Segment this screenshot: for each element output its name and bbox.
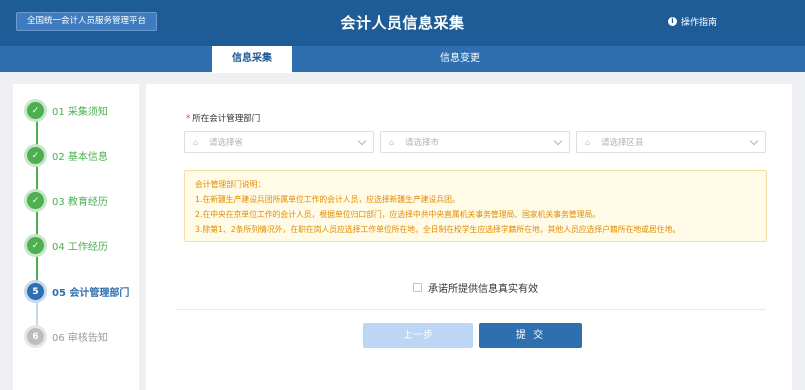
step-number: 5 — [27, 283, 44, 300]
district-select[interactable]: ⌂ 请选择区县 — [576, 131, 766, 153]
step-02[interactable]: ✓ 02 基本信息 — [27, 147, 108, 164]
check-icon: ✓ — [27, 237, 44, 254]
info-icon: i — [668, 17, 677, 26]
notice-box: 会计管理部门说明： 1.在新疆生产建设兵团所属单位工作的会计人员，应选择新疆生产… — [184, 170, 767, 242]
field-label-text: 所在会计管理部门 — [192, 114, 261, 124]
select-placeholder: 请选择市 — [405, 138, 440, 148]
select-placeholder: 请选择区县 — [601, 138, 644, 148]
step-label: 06 审核告知 — [52, 333, 108, 344]
prev-button[interactable]: 上一步 — [363, 323, 473, 348]
check-icon: ✓ — [27, 192, 44, 209]
step-label: 02 基本信息 — [52, 152, 108, 163]
step-04[interactable]: ✓ 04 工作经历 — [27, 237, 108, 254]
submit-button[interactable]: 提 交 — [479, 323, 582, 348]
chevron-down-icon — [749, 136, 759, 145]
location-icon: ⌂ — [585, 137, 591, 147]
help-label: 操作指南 — [681, 18, 718, 28]
main-panel: * 所在会计管理部门 ⌂ 请选择省 ⌂ 请选择市 ⌂ 请选择区县 会计管理部门说明… — [146, 84, 792, 390]
tab-info-change[interactable]: 信息变更 — [420, 46, 500, 72]
agreement-checkbox[interactable]: 承诺所提供信息真实有效 — [413, 280, 538, 295]
divider — [176, 309, 766, 310]
notice-line: 3.除第1、2条所列情况外，在职在岗人员应选择工作单位所在地，全日制在校学生应选… — [195, 225, 681, 234]
check-icon: ✓ — [27, 102, 44, 119]
checkbox-box[interactable] — [413, 283, 422, 292]
province-select[interactable]: ⌂ 请选择省 — [184, 131, 374, 153]
location-icon: ⌂ — [389, 137, 395, 147]
step-label: 03 教育经历 — [52, 197, 108, 208]
agreement-label: 承诺所提供信息真实有效 — [428, 284, 538, 295]
step-number: 6 — [27, 328, 44, 345]
step-label: 01 采集须知 — [52, 107, 108, 118]
chevron-down-icon — [357, 136, 367, 145]
step-label: 05 会计管理部门 — [52, 288, 130, 299]
city-select[interactable]: ⌂ 请选择市 — [380, 131, 570, 153]
check-icon: ✓ — [27, 147, 44, 164]
help-link[interactable]: i 操作指南 — [668, 15, 717, 28]
top-header: 全国统一会计人员服务管理平台 会计人员信息采集 i 操作指南 — [0, 0, 805, 46]
location-icon: ⌂ — [193, 137, 199, 147]
required-mark: * — [186, 114, 191, 124]
tab-bar: 信息采集 信息变更 — [0, 46, 805, 73]
tab-info-collect[interactable]: 信息采集 — [212, 46, 292, 73]
select-placeholder: 请选择省 — [209, 138, 244, 148]
notice-line: 2.在中央在京单位工作的会计人员，根据单位归口部门，应选择中共中央直属机关事务管… — [195, 210, 601, 219]
step-01[interactable]: ✓ 01 采集须知 — [27, 102, 108, 119]
notice-line: 1.在新疆生产建设兵团所属单位工作的会计人员，应选择新疆生产建设兵团。 — [195, 195, 460, 204]
field-label: * 所在会计管理部门 — [186, 112, 260, 124]
step-label: 04 工作经历 — [52, 242, 108, 253]
steps-sidebar: ✓ 01 采集须知 ✓ 02 基本信息 ✓ 03 教育经历 ✓ 04 工作经历 … — [13, 84, 139, 390]
step-05[interactable]: 5 05 会计管理部门 — [27, 283, 129, 300]
chevron-down-icon — [553, 136, 563, 145]
step-06[interactable]: 6 06 审核告知 — [27, 328, 108, 345]
notice-title: 会计管理部门说明： — [195, 180, 266, 189]
step-03[interactable]: ✓ 03 教育经历 — [27, 192, 108, 209]
